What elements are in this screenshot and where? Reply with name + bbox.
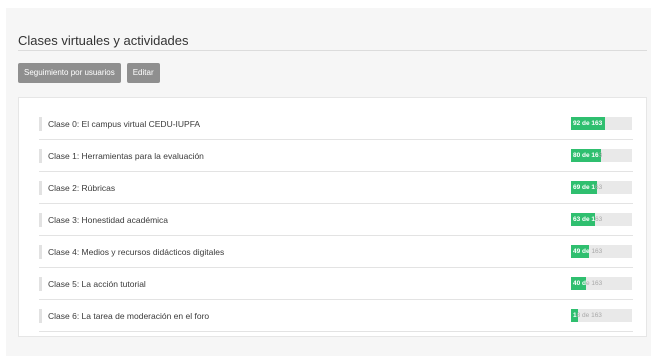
class-row[interactable]: Clase 3: Honestidad académica 63 de 163 [39,205,633,236]
title-divider [18,50,647,51]
edit-button[interactable]: Editar [126,63,160,83]
progress-text: 69 de 163 [573,184,603,191]
row-marker [39,181,42,195]
class-title[interactable]: Clase 4: Medios y recursos didácticos di… [48,247,224,257]
completion-progress-bar: 92 de 163 [571,117,632,130]
class-row[interactable]: Clase 4: Medios y recursos didácticos di… [39,237,633,268]
completion-progress-bar: 40 de 163 [571,277,632,290]
row-marker [39,309,42,323]
class-row[interactable]: Clase 6: La tarea de moderación en el fo… [39,301,633,332]
toolbar: Seguimiento por usuarios Editar [18,63,160,83]
progress-text: 80 de 163 [573,152,603,159]
row-marker [39,117,42,131]
completion-progress-bar: 49 de 163 [571,245,632,258]
progress-text: 49 de 163 [573,248,603,255]
class-title[interactable]: Clase 6: La tarea de moderación en el fo… [48,311,209,321]
row-marker [39,149,42,163]
row-marker [39,277,42,291]
completion-progress-bar: 80 de 163 [571,149,632,162]
progress-text: 63 de 163 [573,216,603,223]
tracking-by-users-button[interactable]: Seguimiento por usuarios [18,63,121,83]
progress-text: 92 de 163 [573,120,603,127]
class-title[interactable]: Clase 5: La acción tutorial [48,279,146,289]
classes-card: Clase 0: El campus virtual CEDU-IUPFA 92 … [18,97,647,337]
class-row[interactable]: Clase 5: La acción tutorial 40 de 163 [39,269,633,300]
class-row[interactable]: Clase 0: El campus virtual CEDU-IUPFA 92 … [39,109,633,140]
progress-text: 40 de 163 [573,280,603,287]
class-title[interactable]: Clase 2: Rúbricas [48,183,115,193]
class-row[interactable]: Clase 2: Rúbricas 69 de 163 [39,173,633,204]
page-container: Clases virtuales y actividades Seguimien… [6,8,651,356]
progress-text: 18 de 163 [573,312,602,319]
class-list: Clase 0: El campus virtual CEDU-IUPFA 92 … [39,109,633,332]
page-title: Clases virtuales y actividades [18,33,189,48]
class-title[interactable]: Clase 3: Honestidad académica [48,215,168,225]
row-marker [39,245,42,259]
row-marker [39,213,42,227]
completion-progress-bar: 18 de 163 [571,309,632,322]
class-row[interactable]: Clase 1: Herramientas para la evaluación… [39,141,633,172]
class-title[interactable]: Clase 1: Herramientas para la evaluación [48,151,204,161]
class-title[interactable]: Clase 0: El campus virtual CEDU-IUPFA [48,119,200,129]
completion-progress-bar: 63 de 163 [571,213,632,226]
completion-progress-bar: 69 de 163 [571,181,632,194]
